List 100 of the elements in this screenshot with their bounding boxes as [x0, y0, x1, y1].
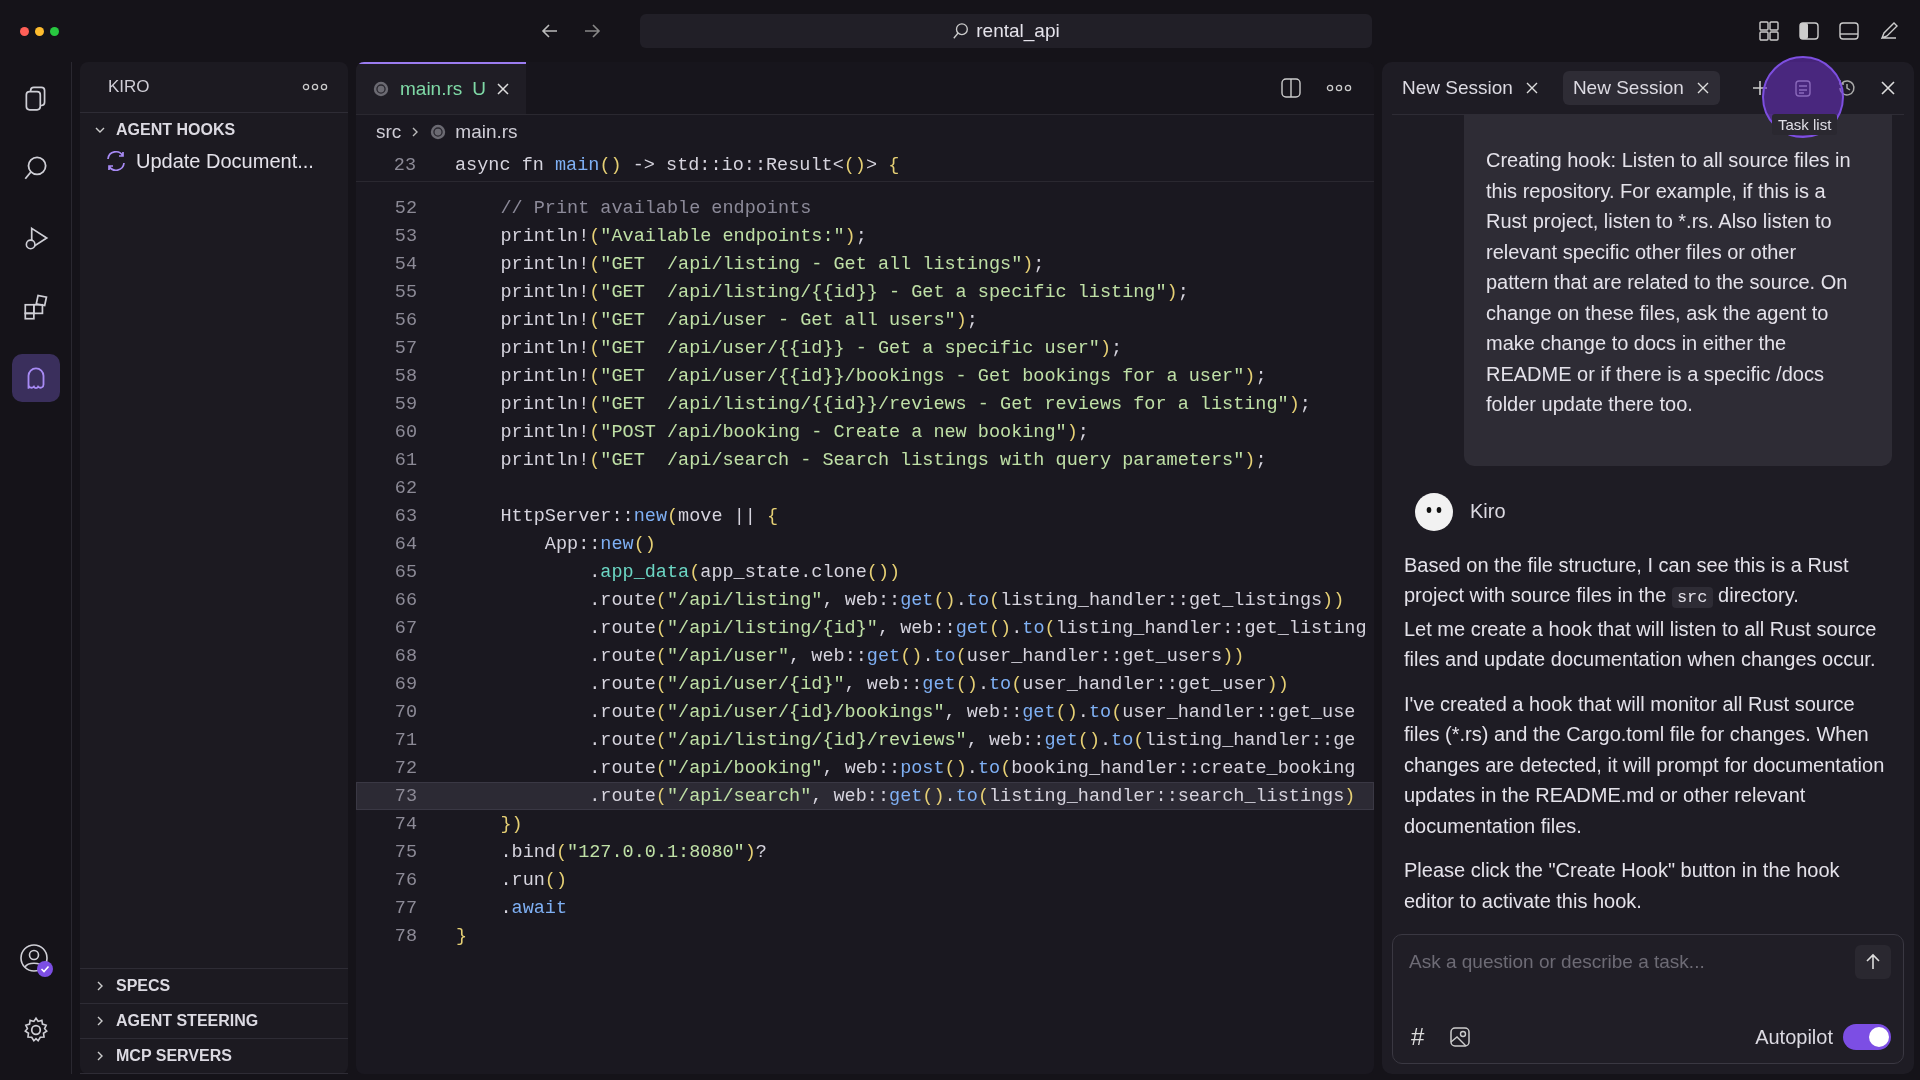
code-line: println!("GET /api/search - Search listings with query parameters"); — [499, 449, 1267, 471]
line-number: 78 — [393, 925, 418, 947]
edit-icon[interactable] — [1878, 20, 1900, 42]
split-editor-icon[interactable] — [1280, 77, 1302, 99]
code-line: .route("/api/listing", web::get().to(listing_handler::get_listings)) — [588, 589, 1345, 611]
hook-item[interactable]: Update Document... — [80, 147, 348, 175]
message-text: Let me create a hook that will listen to all Rust source files and update documentation when changes occur. — [1404, 616, 1878, 672]
code-line: .route("/api/booking", web::post().to(booking_handler::create_booking — [588, 757, 1356, 779]
rust-file-icon — [429, 123, 448, 141]
code-line: .await — [499, 897, 568, 919]
maximize-window-button[interactable] — [50, 26, 59, 36]
line-number: 70 — [393, 701, 418, 723]
chat-input-field[interactable]: Ask a question or describe a task... # Autopilot — [1392, 934, 1904, 1064]
session-tab[interactable]: New Session — [1562, 71, 1720, 105]
code-line: .route("/api/listing/{id}", web::get().to(listing_handler::get_listing — [588, 617, 1367, 639]
line-number: 63 — [393, 505, 418, 527]
line-number: 66 — [393, 589, 418, 611]
image-icon[interactable] — [1448, 1025, 1473, 1049]
line-number: 58 — [393, 365, 418, 387]
minimize-window-button[interactable] — [35, 26, 44, 36]
section-header[interactable]: MCP SERVERS — [80, 1039, 348, 1073]
sidebar-toggle-icon[interactable] — [1798, 20, 1820, 42]
line-number: 56 — [393, 309, 418, 331]
code-line: println!("POST /api/booking - Create a new booking"); — [499, 421, 1089, 443]
code-line: println!("GET /api/listing/{{id}}/reviews - Get reviews for a listing"); — [499, 393, 1311, 415]
code-line: println!("Available endpoints:"); — [499, 225, 867, 247]
line-number: 60 — [393, 421, 418, 443]
panel-toggle-icon[interactable] — [1838, 20, 1860, 42]
kiro-activity-icon[interactable] — [11, 354, 60, 402]
line-number: 69 — [393, 673, 418, 695]
line-number: 75 — [393, 841, 418, 863]
code-line: println!("GET /api/user - Get all users"); — [499, 309, 978, 331]
layout-icon[interactable] — [1758, 20, 1780, 42]
section-header[interactable]: AGENT STEERING — [80, 1004, 348, 1038]
editor-tab[interactable]: main.rs U — [356, 62, 527, 114]
add-icon[interactable] — [1750, 78, 1770, 98]
sync-icon — [104, 149, 128, 173]
search-icon — [952, 22, 971, 40]
ghost-avatar-icon — [1414, 491, 1454, 532]
history-icon[interactable] — [1836, 77, 1858, 99]
line-number: 68 — [393, 645, 418, 667]
close-icon[interactable] — [496, 82, 511, 96]
line-number: 73 — [393, 785, 418, 807]
code-line: println!("GET /api/listing - Get all listings"); — [499, 253, 1045, 275]
code-line: .bind("127.0.0.1:8080")? — [499, 841, 767, 863]
code-line: async fn main() -> std::io::Result<()> { — [455, 154, 900, 176]
code-line: .route("/api/listing/{id}/reviews", web::get().to(listing_handler::ge — [588, 729, 1356, 751]
code-line: App::new() — [543, 533, 656, 555]
code-line: // Print available endpoints — [499, 197, 812, 219]
more-options-icon[interactable] — [1326, 84, 1352, 92]
line-number: 53 — [393, 225, 418, 247]
line-number: 54 — [393, 253, 418, 275]
line-number: 23 — [392, 154, 417, 176]
tooltip: Task list — [1772, 114, 1838, 135]
line-number: 52 — [393, 197, 418, 219]
code-line: println!("GET /api/listing/{{id}} - Get a specific listing"); — [499, 281, 1189, 303]
assistant-name: Kiro — [1470, 500, 1506, 523]
line-number: 64 — [393, 533, 418, 555]
more-options-icon[interactable] — [302, 83, 328, 91]
command-search-field[interactable]: rental_api — [640, 14, 1372, 48]
code-line: }) — [499, 813, 523, 835]
section-header[interactable]: AGENT HOOKS — [80, 113, 348, 147]
line-number: 71 — [393, 729, 418, 751]
message-text: Please click the "Create Hook" button in the hook editor to activate this hook. — [1404, 858, 1841, 914]
close-window-button[interactable] — [20, 26, 29, 36]
context-button[interactable]: # — [1407, 1023, 1429, 1051]
code-line: .route("/api/search", web::get().to(listing_handler::search_listings) — [588, 785, 1356, 807]
line-number: 65 — [393, 561, 418, 583]
session-tab[interactable]: New Session — [1392, 71, 1549, 105]
close-icon[interactable] — [1695, 81, 1710, 95]
line-number: 67 — [393, 617, 418, 639]
code-line: } — [456, 925, 468, 947]
code-line: println!("GET /api/user/{{id}} - Get a specific user"); — [499, 337, 1123, 359]
autopilot-label: Autopilot — [1755, 1025, 1833, 1049]
line-number: 61 — [393, 449, 418, 471]
code-line: .route("/api/user/{id}", web::get().to(user_handler::get_user)) — [588, 673, 1289, 695]
code-line: println!("GET /api/user/{{id}}/bookings - Get bookings for a user"); — [499, 365, 1267, 387]
line-number: 74 — [393, 813, 418, 835]
line-number: 77 — [393, 897, 418, 919]
close-icon[interactable] — [1524, 81, 1539, 95]
message-text: I've created a hook that will monitor all Rust source files (*.rs) and the Cargo.toml file for changes. When changes are detected, it will prompt for documentation updates in the README.md or other relevant documentation files. — [1404, 691, 1886, 839]
code-line: .route("/api/user", web::get().to(user_handler::get_users)) — [588, 645, 1245, 667]
line-number: 59 — [393, 393, 418, 415]
breadcrumb-item[interactable]: src — [376, 121, 402, 143]
sidebar-title: KIRO — [108, 77, 150, 97]
line-number: 62 — [393, 477, 418, 499]
line-number: 72 — [393, 757, 418, 779]
rust-file-icon — [372, 80, 390, 98]
code-line: .run() — [499, 869, 568, 891]
code-line: HttpServer::new(move || { — [499, 505, 779, 527]
line-number: 76 — [393, 869, 418, 891]
autopilot-toggle[interactable] — [1843, 1024, 1891, 1050]
message-text: Based on the file structure, I can see this is a Rust project with source files in the src directory. — [1404, 552, 1850, 610]
send-button[interactable] — [1855, 945, 1891, 979]
code-line: .app_data(app_state.clone()) — [588, 561, 901, 583]
line-number: 57 — [393, 337, 418, 359]
breadcrumb-item[interactable]: main.rs — [455, 121, 518, 143]
close-icon[interactable] — [1880, 80, 1896, 96]
section-header[interactable]: SPECS — [80, 969, 348, 1003]
code-line: .route("/api/user/{id}/bookings", web::get().to(user_handler::get_use — [588, 701, 1356, 723]
